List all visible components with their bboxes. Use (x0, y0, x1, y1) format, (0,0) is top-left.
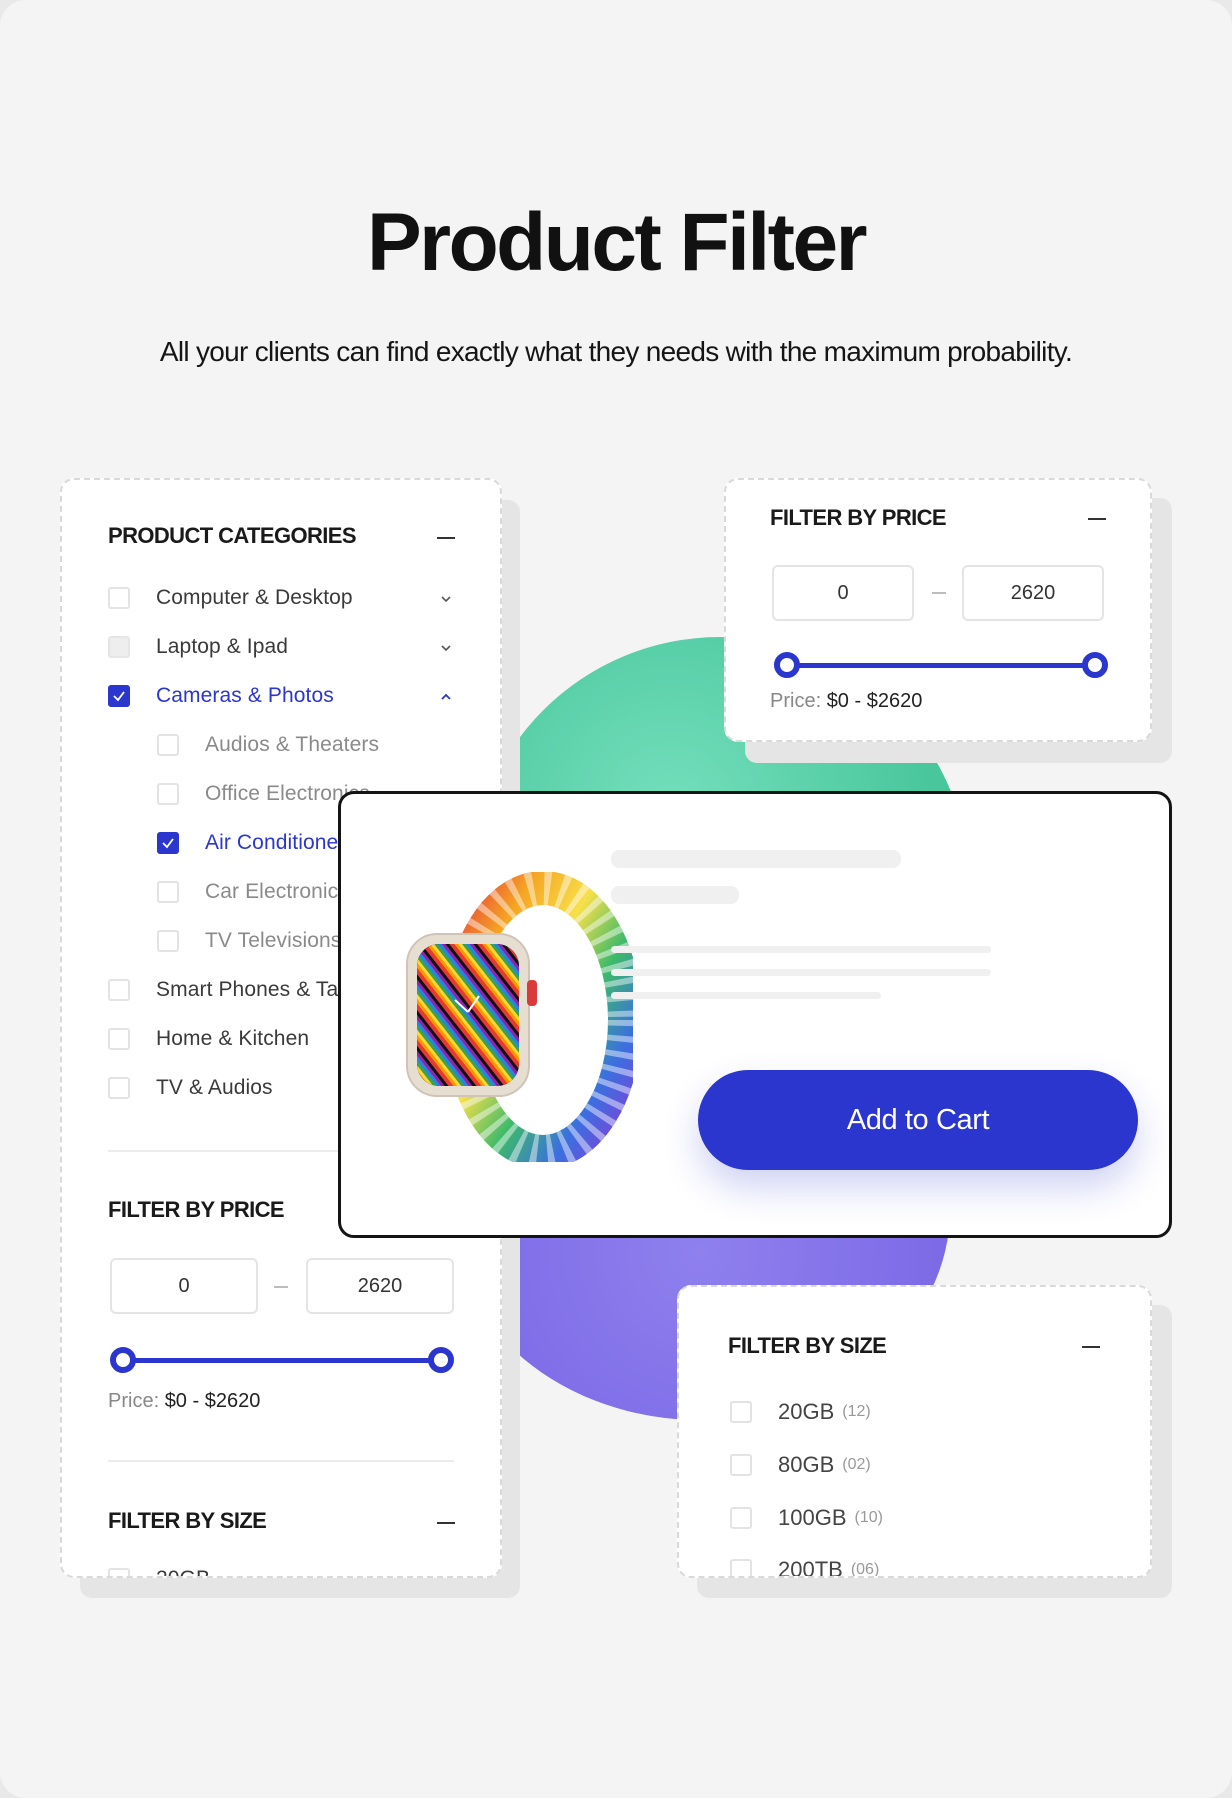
size-count: (10) (854, 1509, 883, 1526)
checkbox[interactable] (108, 1077, 130, 1099)
checkbox[interactable] (157, 881, 179, 903)
checkbox[interactable] (108, 636, 130, 658)
price-min-input[interactable]: 0 (772, 565, 914, 621)
text-line-placeholder (611, 946, 991, 953)
price-slider-track[interactable] (118, 1358, 444, 1363)
range-separator (932, 592, 946, 594)
category-label: TV & Audios (156, 1076, 273, 1099)
price-min-input[interactable]: 0 (110, 1258, 258, 1314)
collapse-price-icon[interactable] (1088, 518, 1106, 520)
collapse-size-icon[interactable] (1082, 1346, 1100, 1348)
size-label: 80GB (778, 1452, 835, 1477)
subcategory-item-tv-televisions[interactable]: TV Televisions (157, 926, 341, 956)
check-icon (162, 838, 174, 849)
price-slider-min-handle[interactable] (774, 652, 800, 678)
chevron-down-icon[interactable] (439, 641, 453, 655)
size-item-80gb[interactable]: 80GB (02) (730, 1450, 871, 1480)
smartwatch-image[interactable] (393, 872, 633, 1162)
size-count: (12) (842, 1403, 871, 1420)
category-item-tv-audios[interactable]: TV & Audios (108, 1073, 273, 1103)
price-filter-panel: FILTER BY PRICE 0 2620 Price: $0 - $2620 (724, 478, 1152, 742)
subcategory-item-car-electronics[interactable]: Car Electronics (157, 877, 349, 907)
price-slider-max-handle[interactable] (1082, 652, 1108, 678)
price-range-text: Price: $0 - $2620 (770, 690, 922, 713)
checkbox[interactable] (157, 783, 179, 805)
range-separator (274, 1286, 288, 1288)
checkbox[interactable] (108, 979, 130, 1001)
checkbox[interactable] (730, 1507, 752, 1529)
product-card[interactable]: Add to Cart (338, 791, 1172, 1238)
size-count: (02) (842, 1456, 871, 1473)
checkbox[interactable] (730, 1454, 752, 1476)
subcategory-item-air-conditioners[interactable]: Air Conditioners (157, 828, 356, 858)
divider (108, 1460, 454, 1462)
chevron-down-icon[interactable] (439, 592, 453, 606)
subcategory-item-audios-theaters[interactable]: Audios & Theaters (157, 730, 379, 760)
checkbox[interactable] (730, 1401, 752, 1423)
checkbox[interactable] (157, 930, 179, 952)
category-item-cameras-photos[interactable]: Cameras & Photos (108, 681, 334, 711)
size-filter-panel: FILTER BY SIZE 20GB (12) 80GB (02) 100GB… (677, 1285, 1152, 1578)
category-label: Laptop & Ipad (156, 635, 289, 658)
checkbox[interactable] (730, 1559, 752, 1576)
check-icon (113, 691, 125, 702)
price-label: Price: (108, 1390, 160, 1412)
category-label: Computer & Desktop (156, 586, 353, 609)
page: Product Filter All your clients can find… (0, 0, 1232, 1798)
size-item-peek[interactable]: 20GB (108, 1564, 210, 1576)
collapse-size-icon[interactable] (437, 1522, 455, 1524)
price-label: Price: (770, 690, 822, 712)
checkbox-checked[interactable] (157, 832, 179, 854)
subcategory-label: Air Conditioners (205, 831, 356, 854)
title-placeholder (611, 850, 901, 868)
size-count: (06) (850, 1561, 880, 1578)
chevron-up-icon[interactable] (439, 690, 453, 704)
size-filter-title: FILTER BY SIZE (728, 1333, 887, 1358)
price-max-input[interactable]: 2620 (306, 1258, 454, 1314)
collapse-categories-icon[interactable] (437, 537, 455, 539)
category-label: Cameras & Photos (156, 684, 334, 707)
price-range-value: $0 - $2620 (164, 1390, 261, 1412)
size-label: 20GB (778, 1399, 835, 1424)
price-slider-min-handle[interactable] (110, 1347, 136, 1373)
text-line-placeholder (611, 992, 881, 999)
checkbox[interactable] (157, 734, 179, 756)
subcategory-label: Car Electronics (205, 880, 349, 903)
size-item-20gb[interactable]: 20GB (12) (730, 1397, 871, 1427)
category-label: Home & Kitchen (156, 1027, 310, 1050)
page-subtitle: All your clients can find exactly what t… (159, 336, 1073, 367)
text-line-placeholder (611, 969, 991, 976)
subcategory-label: Audios & Theaters (205, 733, 380, 756)
price-slider-track[interactable] (782, 663, 1098, 668)
size-item-200tb[interactable]: 200TB (06) (730, 1555, 880, 1578)
checkbox[interactable] (108, 587, 130, 609)
category-item-laptop-ipad[interactable]: Laptop & Ipad (108, 632, 288, 662)
price-range-text: Price: $0 - $2620 (108, 1390, 260, 1413)
category-item-home-kitchen[interactable]: Home & Kitchen (108, 1024, 309, 1054)
size-filter-title: FILTER BY SIZE (108, 1508, 267, 1533)
price-max-input[interactable]: 2620 (962, 565, 1104, 621)
size-label: 200TB (778, 1557, 843, 1578)
checkbox[interactable] (108, 1568, 130, 1576)
page-title: Product Filter (366, 197, 868, 288)
size-label: 100GB (778, 1505, 847, 1530)
price-slider-max-handle[interactable] (428, 1347, 454, 1373)
checkbox-checked[interactable] (108, 685, 130, 707)
price-filter-title: FILTER BY PRICE (770, 505, 947, 530)
category-item-computer-desktop[interactable]: Computer & Desktop (108, 583, 353, 613)
size-item-100gb[interactable]: 100GB (10) (730, 1503, 883, 1533)
add-to-cart-button[interactable]: Add to Cart (698, 1070, 1138, 1170)
subcategory-label: TV Televisions (205, 929, 342, 952)
price-filter-title: FILTER BY PRICE (108, 1197, 285, 1222)
subtitle-placeholder (611, 886, 739, 904)
categories-title: PRODUCT CATEGORIES (108, 523, 357, 548)
checkbox[interactable] (108, 1028, 130, 1050)
size-label: 20GB (156, 1567, 210, 1576)
price-range-value: $0 - $2620 (826, 690, 923, 712)
